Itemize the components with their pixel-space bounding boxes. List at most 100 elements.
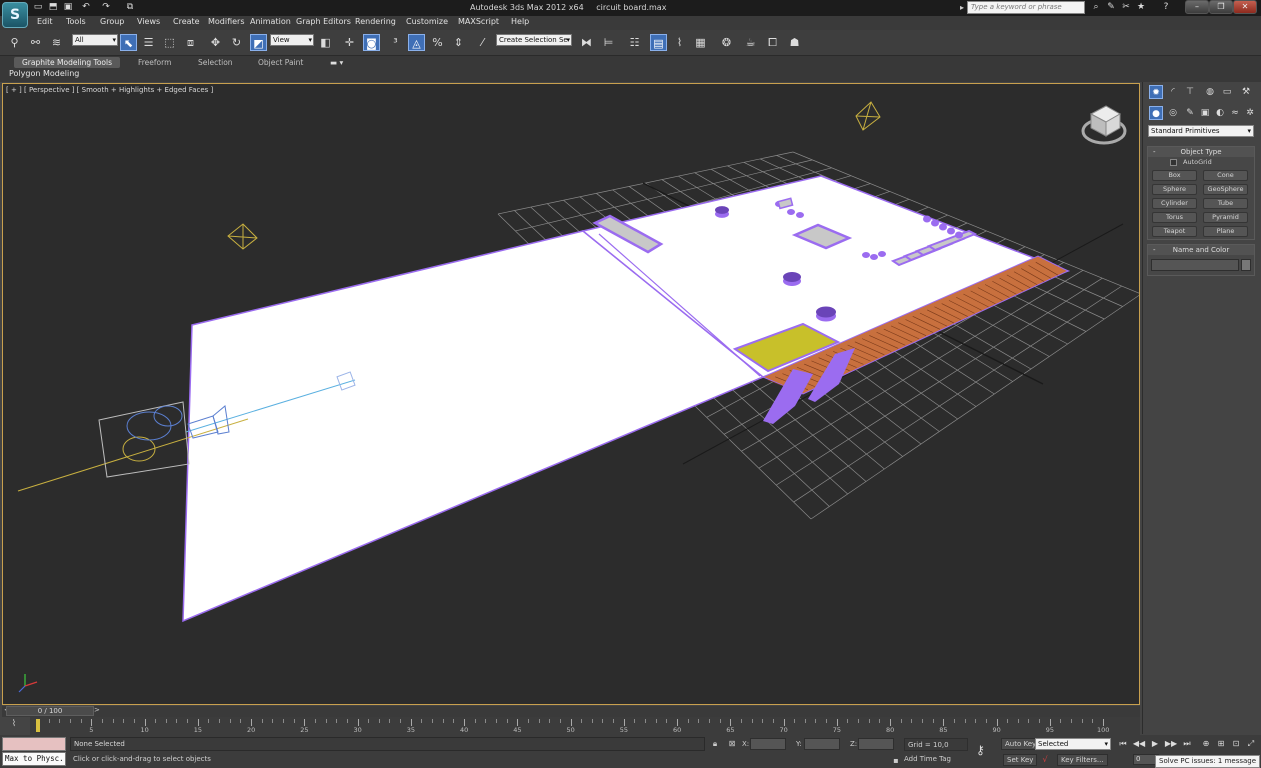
pc-issues-tooltip[interactable]: Solve PC issues: 1 message [1155, 755, 1260, 768]
absolute-mode-icon[interactable]: ⊠ [726, 738, 738, 750]
favorites-icon[interactable]: ★ [1135, 1, 1147, 13]
new-icon[interactable]: ▭ [32, 1, 44, 13]
subscription-icon[interactable]: ✎ [1105, 1, 1117, 13]
polygon-modeling-panel[interactable]: Polygon Modeling [9, 69, 79, 78]
pyramid-button[interactable]: Pyramid [1203, 212, 1248, 223]
current-frame-marker[interactable] [36, 719, 40, 732]
create-icon[interactable]: ✹ [1149, 85, 1163, 99]
key-selection-dropdown[interactable]: Selected [1035, 738, 1111, 750]
go-to-start-icon[interactable]: ⏮ [1116, 738, 1130, 750]
communication-center-icon[interactable]: ✂ [1120, 1, 1132, 13]
menu-create[interactable]: Create [173, 17, 200, 26]
cylinder-button[interactable]: Cylinder [1152, 198, 1197, 209]
tube-button[interactable]: Tube [1203, 198, 1248, 209]
tab-freeform[interactable]: Freeform [130, 57, 179, 68]
motion-icon[interactable]: ◍ [1203, 85, 1217, 99]
angle-snap-icon[interactable]: ◬ [408, 34, 425, 51]
select-by-name-icon[interactable]: ☰ [140, 34, 157, 51]
time-slider-next[interactable]: > [94, 706, 100, 714]
previous-frame-icon[interactable]: ◀◀ [1132, 738, 1146, 750]
perspective-viewport[interactable] [2, 83, 1140, 705]
light-icon-top[interactable] [855, 101, 881, 131]
lights-icon[interactable]: ✎ [1183, 106, 1197, 120]
play-icon[interactable]: ▶ [1148, 738, 1162, 750]
pivot-icon[interactable]: ◧ [317, 34, 334, 51]
restore-icon[interactable]: ❐ [1209, 0, 1233, 14]
hierarchy-icon[interactable]: ⊤ [1183, 85, 1197, 99]
menu-tools[interactable]: Tools [66, 17, 86, 26]
key-filters-button[interactable]: Key Filters... [1057, 754, 1108, 766]
menu-group[interactable]: Group [100, 17, 124, 26]
set-key-button[interactable]: Set Key [1003, 754, 1038, 766]
sphere-button[interactable]: Sphere [1152, 184, 1197, 195]
rendered-frame-icon[interactable]: ⧠ [764, 34, 781, 51]
category-dropdown[interactable]: Standard Primitives [1148, 125, 1254, 137]
set-key-mode-icon[interactable]: √ [1039, 754, 1051, 766]
zoom-icon[interactable]: ⊕ [1199, 738, 1213, 750]
viewcube-icon[interactable] [1081, 105, 1127, 145]
add-time-tag[interactable]: Add Time Tag [904, 755, 951, 763]
align-icon[interactable]: ⊨ [600, 34, 617, 51]
menu-views[interactable]: Views [137, 17, 160, 26]
teapot-button[interactable]: Teapot [1152, 226, 1197, 237]
time-slider[interactable] [2, 706, 1140, 717]
viewport-label-menu[interactable]: [ + ] [ Perspective ] [ Smooth + Highlig… [6, 86, 213, 94]
manipulate-icon[interactable]: ✛ [341, 34, 358, 51]
cone-button[interactable]: Cone [1203, 170, 1248, 181]
cameras-icon[interactable]: ▣ [1198, 106, 1212, 120]
render-setup-icon[interactable]: ☕ [742, 34, 759, 51]
selection-filter-dropdown[interactable]: All [72, 34, 118, 46]
key-icon[interactable]: ⚷ [976, 743, 985, 757]
minimize-icon[interactable]: – [1185, 0, 1209, 14]
project-folder-icon[interactable]: ⧉ [124, 1, 136, 13]
tab-graphite-modeling-tools[interactable]: Graphite Modeling Tools [14, 57, 121, 68]
menu-animation[interactable]: Animation [250, 17, 291, 26]
object-name-input[interactable] [1151, 259, 1239, 271]
autogrid-checkbox[interactable] [1170, 159, 1177, 166]
name-and-color-header[interactable]: - Name and Color [1148, 245, 1254, 255]
menu-edit[interactable]: Edit [37, 17, 53, 26]
spinner-snap-icon[interactable]: ⇕ [450, 34, 467, 51]
mirror-icon[interactable]: ⧓ [578, 34, 595, 51]
menu-modifiers[interactable]: Modifiers [208, 17, 245, 26]
geosphere-button[interactable]: GeoSphere [1203, 184, 1248, 195]
systems-icon[interactable]: ✲ [1243, 106, 1257, 120]
menu-graph-editors[interactable]: Graph Editors [296, 17, 351, 26]
tab-selection[interactable]: Selection [190, 57, 241, 68]
rect-region-icon[interactable]: ⬚ [161, 34, 178, 51]
maximize-viewport-icon[interactable]: ⤢ [1244, 738, 1258, 750]
named-selection-dropdown[interactable]: Create Selection Se [496, 34, 572, 46]
curve-editor-icon[interactable]: ⌇ [671, 34, 688, 51]
geometry-icon[interactable]: ● [1149, 106, 1163, 120]
keyboard-shortcut-icon[interactable]: ◙ [363, 34, 380, 51]
utilities-icon[interactable]: ⚒ [1239, 85, 1253, 99]
rotate-icon[interactable]: ↻ [228, 34, 245, 51]
lock-selection-icon[interactable]: 🔒︎ [709, 738, 721, 750]
time-slider-thumb[interactable]: 0 / 100 [6, 706, 94, 716]
object-color-swatch[interactable] [1241, 259, 1251, 271]
save-icon[interactable]: ▣ [62, 1, 74, 13]
move-icon[interactable]: ✥ [207, 34, 224, 51]
helpers-icon[interactable]: ◐ [1213, 106, 1227, 120]
zoom-all-icon[interactable]: ⊞ [1214, 738, 1228, 750]
application-button-icon[interactable]: S [2, 2, 28, 28]
search-arrow-icon[interactable]: ▸ [960, 3, 964, 12]
modify-icon[interactable]: ◜ [1166, 85, 1180, 99]
window-crossing-icon[interactable]: ⧈ [182, 34, 199, 51]
mini-curve-editor-icon[interactable]: ⌇ [6, 719, 22, 733]
maxscript-listener-input[interactable]: Max to Physc. [2, 752, 66, 766]
scale-icon[interactable]: ◩ [250, 34, 267, 51]
close-icon[interactable]: ✕ [1233, 0, 1257, 14]
object-type-header[interactable]: - Object Type [1148, 147, 1254, 157]
x-coordinate-field[interactable] [750, 738, 786, 750]
binoculars-icon[interactable]: ⌕ [1090, 1, 1102, 13]
ribbon-options-icon[interactable]: ▬ ▾ [322, 57, 351, 68]
undo-icon[interactable]: ↶ [80, 1, 92, 13]
snaps-icon[interactable]: ³ [387, 34, 404, 51]
z-coordinate-field[interactable] [858, 738, 894, 750]
next-frame-icon[interactable]: ▶▶ [1164, 738, 1178, 750]
select-link-icon[interactable]: ⚲ [6, 34, 23, 51]
graphite-toggle-icon[interactable]: ▤ [650, 34, 667, 51]
reference-coord-dropdown[interactable]: View [270, 34, 314, 46]
render-icon[interactable]: ☗ [786, 34, 803, 51]
